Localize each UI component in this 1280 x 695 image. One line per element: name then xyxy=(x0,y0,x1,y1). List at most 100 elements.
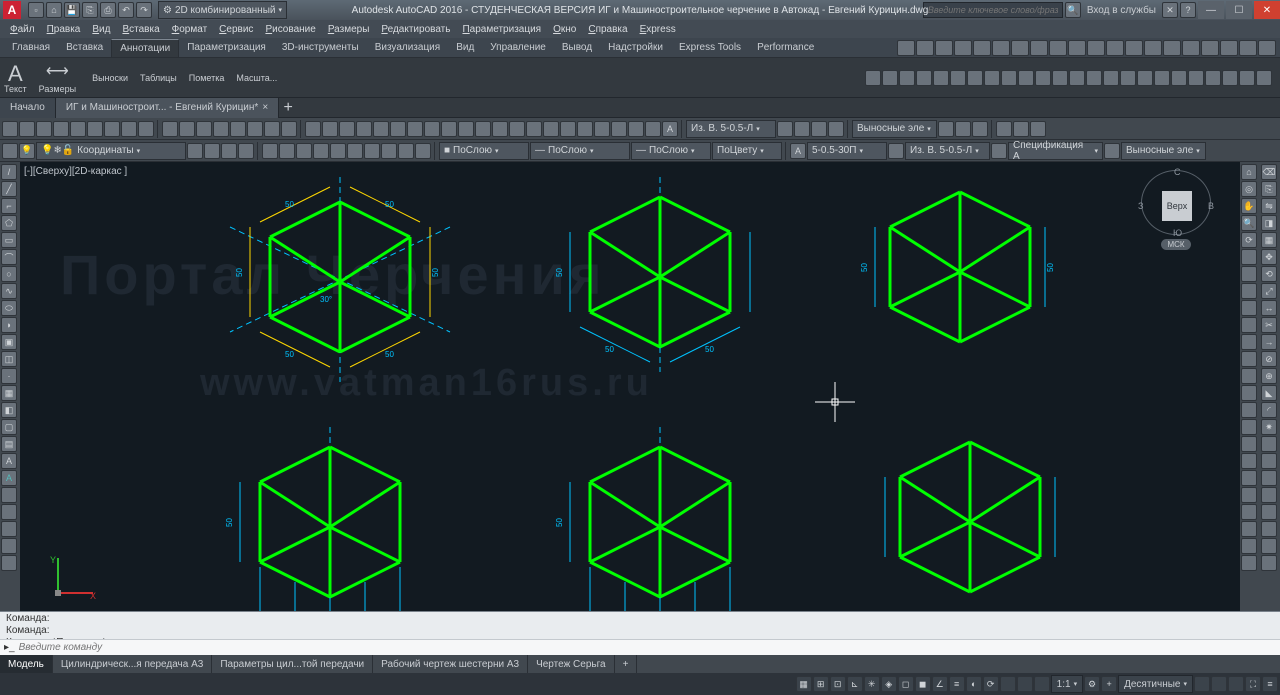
app-logo[interactable]: A xyxy=(3,1,21,19)
rt-tool-icon[interactable] xyxy=(1261,521,1277,537)
rb-ic[interactable] xyxy=(865,70,881,86)
viewport-label[interactable]: [-][Сверху][2D-каркас ] xyxy=(24,166,127,177)
tb-ic[interactable] xyxy=(330,143,346,159)
rt-tool-icon[interactable] xyxy=(1241,504,1257,520)
help-search-input[interactable] xyxy=(923,2,1063,18)
rt-ic[interactable] xyxy=(1106,40,1124,56)
menu-express[interactable]: Express xyxy=(634,22,682,37)
rt-tool-icon[interactable] xyxy=(1261,555,1277,571)
tb-ic[interactable] xyxy=(828,121,844,137)
rb-ic[interactable] xyxy=(899,70,915,86)
rt-tool-icon[interactable] xyxy=(1261,453,1277,469)
rt-ic[interactable] xyxy=(916,40,934,56)
tb-ic[interactable] xyxy=(390,121,406,137)
tb-ic[interactable] xyxy=(281,121,297,137)
pline-icon[interactable]: ⌐ xyxy=(1,198,17,214)
signin-link[interactable]: Вход в службы xyxy=(1083,5,1160,16)
rb-ic[interactable] xyxy=(967,70,983,86)
rt-tool-icon[interactable] xyxy=(1241,402,1257,418)
ribtab-home[interactable]: Главная xyxy=(4,39,58,56)
close-tab-icon[interactable]: × xyxy=(262,102,268,113)
tb-ic[interactable]: A xyxy=(662,121,678,137)
ribtab-output[interactable]: Вывод xyxy=(554,39,600,56)
xline-icon[interactable]: ╱ xyxy=(1,181,17,197)
menu-tools[interactable]: Сервис xyxy=(213,22,259,37)
nav-pan-icon[interactable]: ✋ xyxy=(1241,198,1257,214)
rt-ic[interactable] xyxy=(897,40,915,56)
layer-on-icon[interactable]: 💡 xyxy=(19,143,35,159)
workspace-switcher[interactable]: ⚙ 2D комбинированный xyxy=(158,1,287,19)
annot-style-3[interactable]: 5-0.5-30П xyxy=(807,142,887,160)
qat-save-icon[interactable]: 💾 xyxy=(64,2,80,18)
tb-ic[interactable] xyxy=(356,121,372,137)
tb-ic[interactable] xyxy=(398,143,414,159)
model-tab[interactable]: Модель xyxy=(0,655,53,673)
modify-trim-icon[interactable]: ✂ xyxy=(1261,317,1277,333)
qat-open-icon[interactable]: ⌂ xyxy=(46,2,62,18)
nav-zoom-icon[interactable]: 🔍 xyxy=(1241,215,1257,231)
minimize-button[interactable]: — xyxy=(1198,1,1224,19)
color-dropdown[interactable]: ■ ПоСлою xyxy=(439,142,529,160)
tb-ic[interactable] xyxy=(888,143,904,159)
sb-trans-icon[interactable]: ◐ xyxy=(966,676,982,692)
modify-mirror-icon[interactable]: ⇋ xyxy=(1261,198,1277,214)
sb-snap-icon[interactable]: ⊡ xyxy=(830,676,846,692)
tb-ic[interactable] xyxy=(1013,121,1029,137)
sb-cycle-icon[interactable]: ⟳ xyxy=(983,676,999,692)
modify-copy-icon[interactable]: ⎘ xyxy=(1261,181,1277,197)
modify-join-icon[interactable]: ⊕ xyxy=(1261,368,1277,384)
tb-ic[interactable] xyxy=(996,121,1012,137)
rb-ic[interactable] xyxy=(1222,70,1238,86)
tb-ic[interactable] xyxy=(313,143,329,159)
rt-ic[interactable] xyxy=(1125,40,1143,56)
rt-tool-icon[interactable] xyxy=(1261,470,1277,486)
modify-extend-icon[interactable]: → xyxy=(1261,334,1277,350)
aa-icon[interactable]: A xyxy=(1,470,17,486)
hatch-icon[interactable]: ▦ xyxy=(1,385,17,401)
tb-ic[interactable] xyxy=(611,121,627,137)
viewcube-top-face[interactable]: Верх xyxy=(1162,191,1192,221)
tb-ic[interactable] xyxy=(53,121,69,137)
sb-ic[interactable] xyxy=(1211,676,1227,692)
rt-ic[interactable] xyxy=(1182,40,1200,56)
ribtab-perf[interactable]: Performance xyxy=(749,39,822,56)
rb-ic[interactable] xyxy=(1137,70,1153,86)
rt-tool-icon[interactable] xyxy=(1241,470,1257,486)
polygon-icon[interactable]: ⬠ xyxy=(1,215,17,231)
tb-ic[interactable] xyxy=(1104,143,1120,159)
rect-icon[interactable]: ▭ xyxy=(1,232,17,248)
tb-ic[interactable] xyxy=(179,121,195,137)
tb-ic[interactable] xyxy=(339,121,355,137)
layout-tab-2[interactable]: Параметры цил...той передачи xyxy=(212,655,373,673)
rt-ic[interactable] xyxy=(935,40,953,56)
menu-view[interactable]: Вид xyxy=(86,22,116,37)
tb-ic[interactable] xyxy=(2,121,18,137)
qat-undo-icon[interactable]: ↶ xyxy=(118,2,134,18)
grad-icon[interactable]: ◧ xyxy=(1,402,17,418)
menu-window[interactable]: Окно xyxy=(547,22,582,37)
drawing-canvas[interactable]: [-][Сверху][2D-каркас ] Портал Черчения … xyxy=(20,162,1240,611)
rt-tool-icon[interactable] xyxy=(1241,368,1257,384)
tb-ic[interactable] xyxy=(296,143,312,159)
rb-ic[interactable] xyxy=(1086,70,1102,86)
sb-ic[interactable] xyxy=(1194,676,1210,692)
modify-fillet-icon[interactable]: ◜ xyxy=(1261,402,1277,418)
annot-style-5[interactable]: Спецификация А xyxy=(1008,142,1103,160)
ribtab-express[interactable]: Express Tools xyxy=(671,39,749,56)
qat-saveas-icon[interactable]: ⎘ xyxy=(82,2,98,18)
tb-ic[interactable] xyxy=(204,143,220,159)
rt-tool-icon[interactable] xyxy=(1241,419,1257,435)
ribbon-dims-panel[interactable]: ⟷ Размеры xyxy=(39,61,76,94)
ribtab-manage[interactable]: Управление xyxy=(482,39,554,56)
annot-style-4[interactable]: Из. В. 5-0.5-Л xyxy=(905,142,990,160)
modify-scale-icon[interactable]: ⤢ xyxy=(1261,283,1277,299)
tb-ic[interactable] xyxy=(991,143,1007,159)
viewcube[interactable]: С Ю В З Верх МСК xyxy=(1140,170,1212,250)
tb-ic[interactable] xyxy=(777,121,793,137)
ribbon-leaders[interactable]: Выноски xyxy=(88,72,132,84)
tb-ic[interactable] xyxy=(938,121,954,137)
rt-ic[interactable] xyxy=(1030,40,1048,56)
tb-ic[interactable] xyxy=(347,143,363,159)
ellarc-icon[interactable]: ◗ xyxy=(1,317,17,333)
ribtab-view[interactable]: Вид xyxy=(448,39,482,56)
